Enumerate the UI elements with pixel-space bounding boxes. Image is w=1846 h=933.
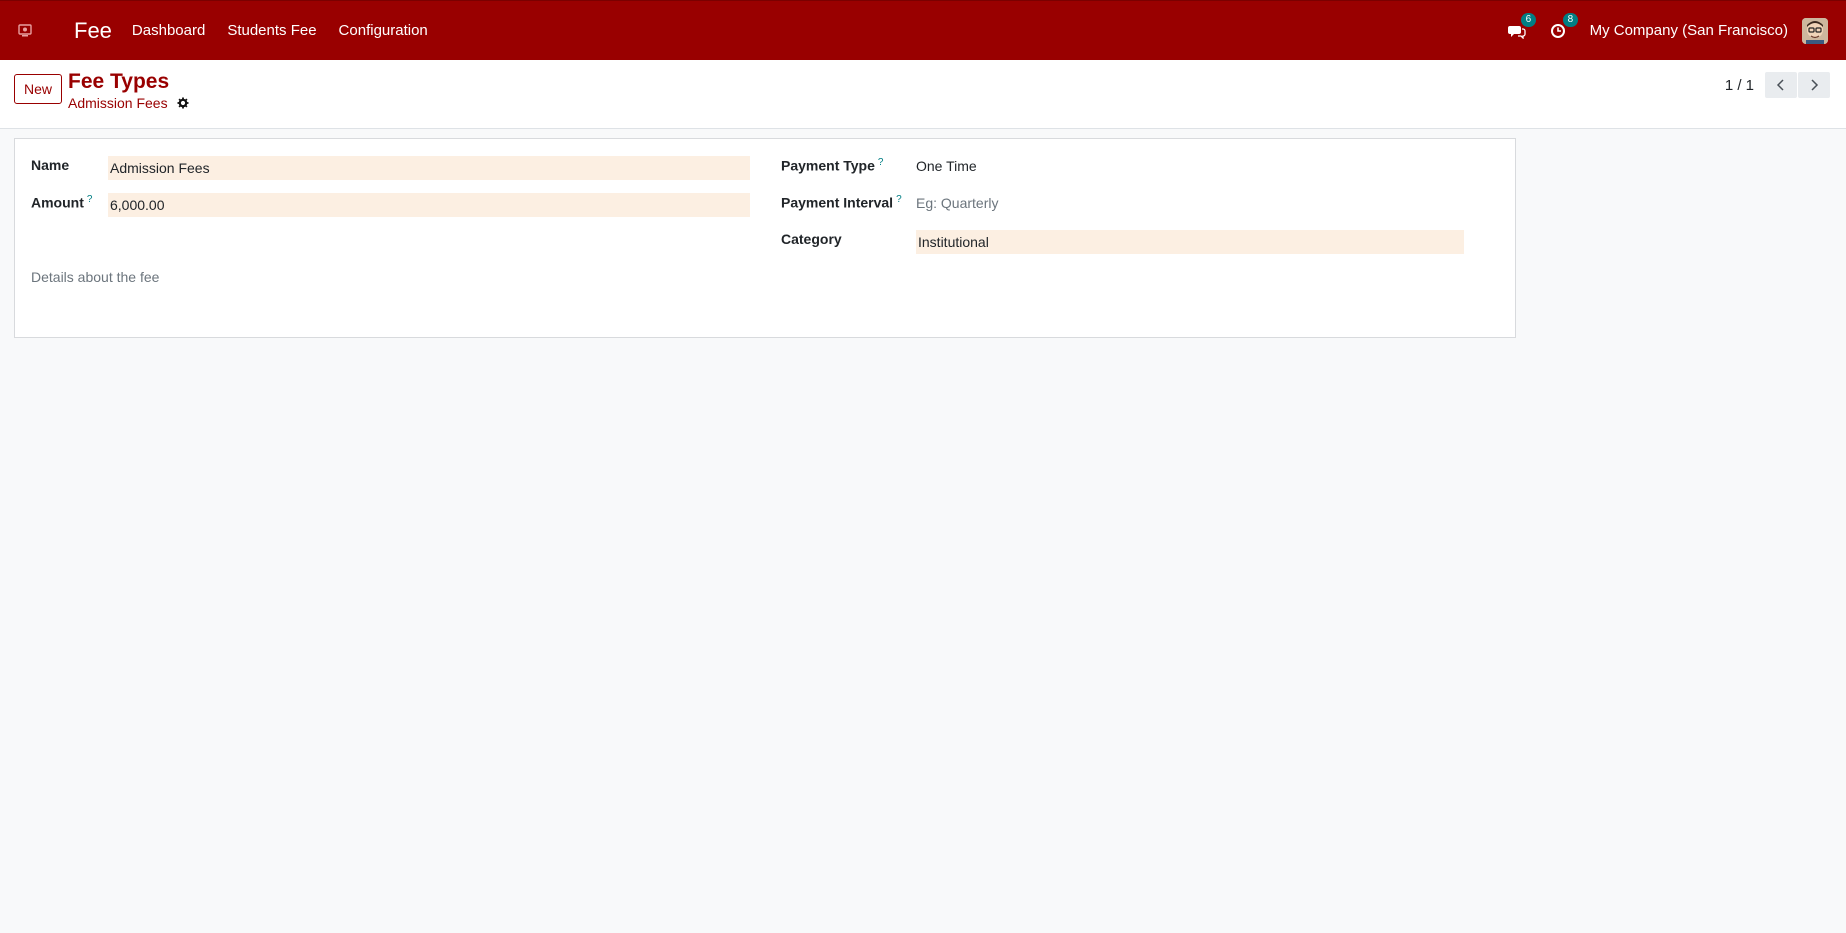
- form-sheet: Name Admission Fees Amount? 6,000.00 Pay…: [14, 138, 1516, 338]
- category-label: Category: [781, 231, 842, 247]
- company-switcher[interactable]: My Company (San Francisco): [1590, 22, 1788, 39]
- payment-type-label: Payment Type?: [781, 157, 883, 174]
- messages-button[interactable]: 6: [1507, 12, 1537, 39]
- description-field[interactable]: Details about the fee: [31, 269, 159, 285]
- name-field[interactable]: Admission Fees: [108, 156, 750, 180]
- breadcrumb-fee-types[interactable]: Fee Types: [68, 70, 169, 94]
- amount-field[interactable]: 6,000.00: [108, 193, 750, 217]
- pager: 1 / 1: [1725, 72, 1830, 98]
- apps-menu-icon[interactable]: [14, 20, 36, 42]
- payment-interval-label-text: Payment Interval: [781, 194, 894, 211]
- category-label-text: Category: [781, 231, 842, 247]
- payment-interval-label: Payment Interval?: [781, 194, 902, 211]
- payment-type-select[interactable]: One Time: [916, 158, 977, 174]
- menu-configuration[interactable]: Configuration: [339, 22, 428, 39]
- amount-label: Amount?: [31, 194, 92, 211]
- payment-interval-field[interactable]: Eg: Quarterly: [916, 195, 998, 211]
- amount-label-text: Amount: [31, 194, 84, 211]
- record-name: Admission Fees: [68, 95, 168, 111]
- top-navbar: Fee Dashboard Students Fee Configuration…: [0, 0, 1846, 60]
- clock-icon: [1550, 23, 1565, 38]
- control-panel: New Fee Types Admission Fees 1 / 1: [0, 60, 1846, 129]
- menu-students-fee[interactable]: Students Fee: [227, 22, 316, 39]
- user-avatar[interactable]: [1802, 17, 1828, 44]
- name-label: Name: [31, 157, 69, 173]
- app-title[interactable]: Fee: [74, 18, 112, 44]
- new-button[interactable]: New: [14, 74, 62, 104]
- amount-help-icon[interactable]: ?: [87, 194, 93, 205]
- chevron-right-icon: [1811, 79, 1819, 91]
- menu-dashboard[interactable]: Dashboard: [132, 22, 205, 39]
- current-record: Admission Fees: [68, 95, 189, 111]
- payment-interval-help-icon[interactable]: ?: [896, 194, 902, 205]
- pager-next-button[interactable]: [1798, 72, 1830, 98]
- category-field[interactable]: Institutional: [916, 230, 1464, 254]
- gear-icon[interactable]: [177, 97, 189, 109]
- activities-count-badge: 8: [1562, 12, 1579, 27]
- messages-count-badge: 6: [1520, 12, 1537, 27]
- pager-previous-button[interactable]: [1765, 72, 1797, 98]
- payment-type-help-icon[interactable]: ?: [878, 157, 884, 168]
- payment-type-label-text: Payment Type: [781, 157, 875, 174]
- name-label-text: Name: [31, 157, 70, 173]
- chevron-left-icon: [1776, 79, 1784, 91]
- activities-button[interactable]: 8: [1550, 12, 1579, 39]
- pager-value[interactable]: 1 / 1: [1725, 77, 1754, 94]
